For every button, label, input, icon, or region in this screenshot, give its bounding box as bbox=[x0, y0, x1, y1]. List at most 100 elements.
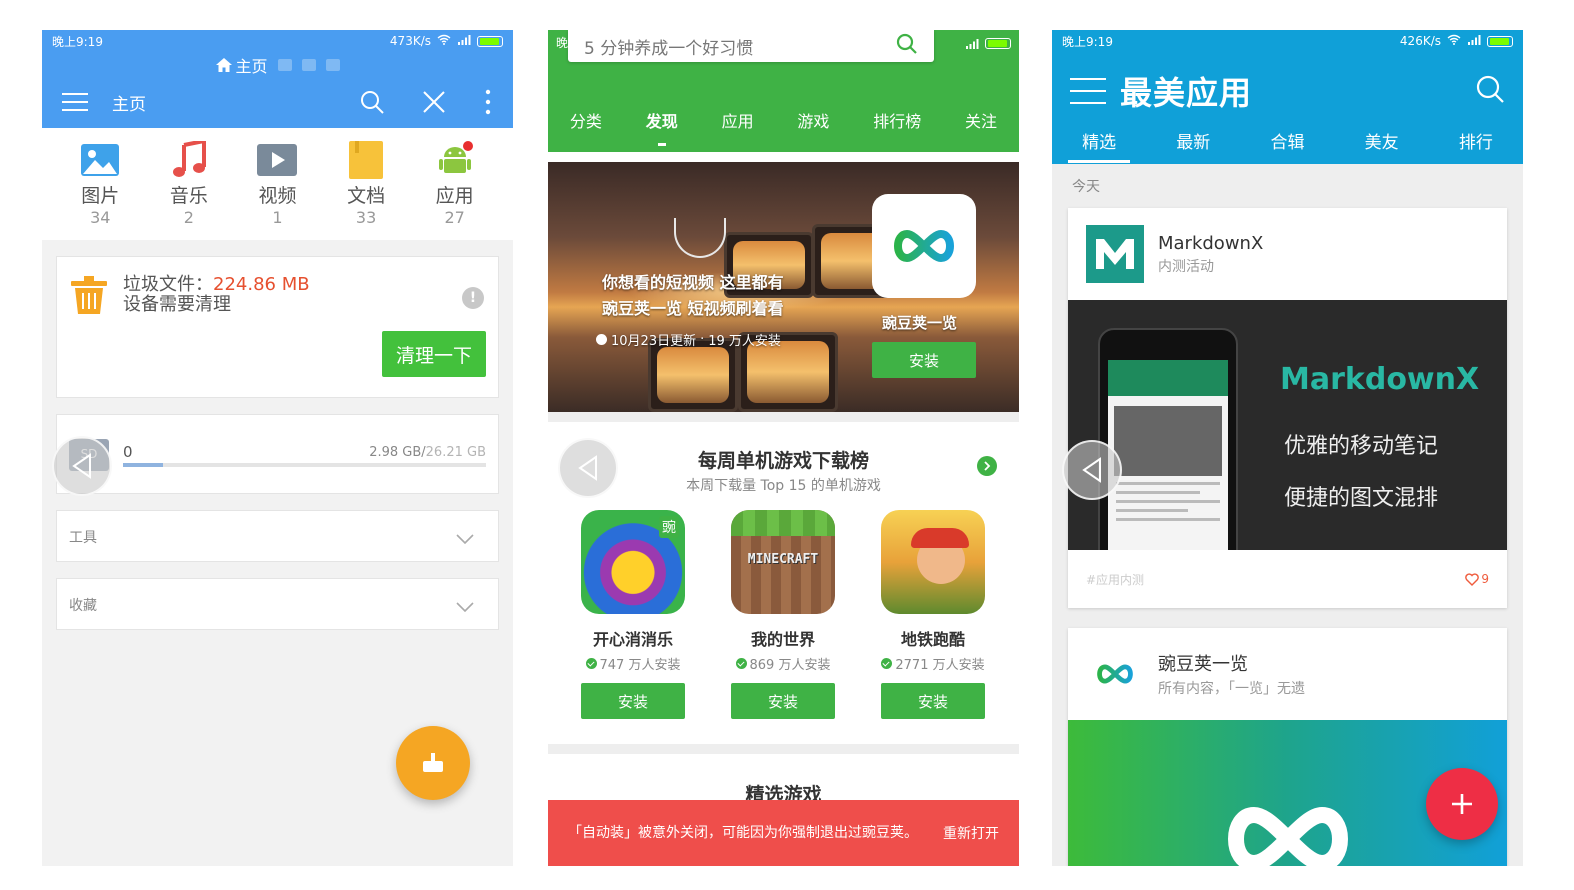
category-tabs: 分类 发现 应用 游戏 排行榜 关注 bbox=[548, 108, 1019, 146]
tab-featured[interactable]: 精选 bbox=[1068, 128, 1131, 163]
app-description: 内测活动 bbox=[1158, 258, 1214, 275]
app-header: 晚上9:19 426K/s 最美应用 精选 最新 合辑 美友 排行 bbox=[1052, 30, 1523, 164]
search-icon[interactable] bbox=[357, 87, 387, 117]
status-time: 晚上9:19 bbox=[52, 34, 103, 49]
category-documents[interactable]: 文档 33 bbox=[331, 141, 401, 227]
tab-friends[interactable]: 美友 bbox=[1365, 128, 1399, 153]
back-overlay-button[interactable] bbox=[52, 436, 112, 496]
back-overlay-button[interactable] bbox=[1062, 440, 1122, 500]
category-music[interactable]: 音乐 2 bbox=[154, 141, 224, 227]
signal-icon bbox=[965, 34, 979, 53]
game-item[interactable]: 地铁跑酷 2771 万人安装 安装 bbox=[878, 510, 988, 719]
video-icon bbox=[257, 141, 298, 179]
trash-icon bbox=[69, 275, 109, 319]
banner-installs: 19 万人安装 bbox=[708, 334, 781, 349]
app-description: 所有内容，「一览」无遗 bbox=[1158, 681, 1305, 697]
game-item[interactable]: 豌 开心消消乐 747 万人安装 安装 bbox=[578, 510, 688, 719]
tab-ranking[interactable]: 排行 bbox=[1459, 128, 1493, 153]
junk-card: 垃圾文件：224.86 MB 设备需要清理 ! 清理一下 bbox=[56, 256, 499, 398]
window-tab-ghost[interactable] bbox=[301, 59, 316, 71]
info-icon[interactable]: ! bbox=[462, 287, 484, 309]
banner-line-2: 豌豆荚一览 短视频刷着看 bbox=[602, 299, 784, 318]
window-tab-ghost[interactable] bbox=[277, 59, 292, 71]
storage-total: 26.21 GB bbox=[425, 445, 486, 460]
network-speed: 426K/s bbox=[1399, 34, 1441, 48]
tab-collections[interactable]: 合辑 bbox=[1270, 128, 1304, 153]
install-button[interactable]: 安装 bbox=[731, 683, 835, 719]
game-icon: MINECRAFT bbox=[731, 510, 835, 614]
document-icon bbox=[346, 141, 386, 179]
search-input[interactable]: 5 分钟养成一个好习惯 bbox=[584, 34, 753, 59]
game-name: 地铁跑酷 bbox=[900, 630, 965, 649]
game-icon: 豌 bbox=[581, 510, 685, 614]
search-bar[interactable]: 5 分钟养成一个好习惯 bbox=[568, 30, 934, 62]
clean-fab[interactable] bbox=[396, 726, 470, 800]
tab-rankings[interactable]: 排行榜 bbox=[873, 108, 921, 132]
search-icon[interactable] bbox=[1475, 74, 1505, 108]
android-icon bbox=[435, 141, 475, 179]
window-tabs: 主页 bbox=[42, 52, 513, 78]
app-header: 晚 5 分钟养成一个好习惯 分类 发现 应用 游戏 排行榜 关注 bbox=[548, 30, 1019, 152]
app-name: 豌豆荚一览 bbox=[1158, 654, 1248, 675]
storage-used: 2.98 GB/ bbox=[369, 445, 426, 460]
category-label: 应用 bbox=[435, 185, 474, 207]
window-tab-ghost[interactable] bbox=[325, 59, 340, 71]
promo-banner[interactable]: 你想看的短视频 这里都有 豌豆荚一览 短视频刷着看 10月23日更新 · 19 … bbox=[548, 162, 1019, 412]
reopen-button[interactable]: 重新打开 bbox=[943, 823, 999, 843]
more-vert-icon[interactable] bbox=[483, 87, 493, 117]
game-item[interactable]: MINECRAFT 我的世界 869 万人安装 安装 bbox=[728, 510, 838, 719]
install-button[interactable]: 安装 bbox=[881, 683, 985, 719]
infinity-logo-icon bbox=[1086, 645, 1144, 703]
tab-category[interactable]: 分类 bbox=[570, 108, 602, 132]
infinity-logo-icon bbox=[894, 229, 954, 263]
plus-icon bbox=[1452, 794, 1472, 814]
wifi-icon bbox=[1447, 34, 1461, 48]
like-icon bbox=[1465, 572, 1480, 586]
app-icon[interactable] bbox=[872, 194, 976, 298]
search-icon[interactable] bbox=[896, 33, 918, 60]
signal-icon bbox=[1467, 34, 1481, 48]
tab-home[interactable]: 主页 bbox=[215, 53, 268, 77]
storage-card[interactable]: SD 0 2.98 GB/26.21 GB bbox=[56, 414, 499, 494]
install-button[interactable]: 安装 bbox=[581, 683, 685, 719]
chevron-right-icon[interactable] bbox=[977, 456, 997, 476]
category-images[interactable]: 图片 34 bbox=[65, 141, 135, 227]
banner-updated: 10月23日更新 bbox=[611, 334, 697, 349]
category-label: 视频 bbox=[258, 185, 297, 207]
category-videos[interactable]: 视频 1 bbox=[242, 141, 312, 227]
tools-section[interactable]: 工具 bbox=[56, 510, 499, 562]
install-button[interactable]: 安装 bbox=[872, 342, 976, 378]
tab-following[interactable]: 关注 bbox=[965, 108, 997, 132]
category-count: 33 bbox=[355, 208, 377, 227]
category-apps[interactable]: 应用 27 bbox=[420, 141, 490, 227]
error-snackbar: 「自动装」被意外关闭，可能因为你强制退出过豌豆荚。 重新打开 bbox=[548, 800, 1019, 866]
section-subtitle: 本周下载量 Top 15 的单机游戏 bbox=[686, 478, 881, 494]
promo-brand: MarkdownX bbox=[1280, 362, 1480, 397]
junk-hint: 设备需要清理 bbox=[123, 294, 231, 315]
app-card[interactable]: MarkdownX 内测活动 MarkdownX 优雅的移动笔记 便捷的图文混排… bbox=[1068, 208, 1507, 608]
storage-bar-fill bbox=[123, 463, 163, 467]
favorites-label: 收藏 bbox=[69, 598, 97, 614]
clean-button[interactable]: 清理一下 bbox=[382, 331, 486, 377]
promo-slogan-1: 优雅的移动笔记 bbox=[1284, 434, 1439, 459]
tools-label: 工具 bbox=[69, 530, 97, 546]
game-logo: MINECRAFT bbox=[747, 552, 819, 567]
card-tag[interactable]: #应用内测 bbox=[1086, 571, 1144, 588]
chevron-down-icon bbox=[456, 597, 474, 616]
status-time: 晚 bbox=[556, 36, 569, 50]
menu-icon[interactable] bbox=[62, 93, 88, 111]
section-tabs: 精选 最新 合辑 美友 排行 bbox=[1052, 128, 1523, 163]
promo-slogan-2: 便捷的图文混排 bbox=[1284, 486, 1439, 511]
tab-latest[interactable]: 最新 bbox=[1176, 128, 1210, 153]
menu-icon[interactable] bbox=[1070, 78, 1106, 104]
toolbar: 主页 bbox=[42, 78, 513, 126]
tab-discover[interactable]: 发现 bbox=[646, 108, 678, 146]
game-name: 开心消消乐 bbox=[592, 630, 673, 649]
category-grid: 图片 34 音乐 2 视频 1 文档 33 应用 27 bbox=[42, 128, 513, 240]
add-fab[interactable] bbox=[1426, 768, 1498, 840]
close-icon[interactable] bbox=[419, 87, 449, 117]
tab-games[interactable]: 游戏 bbox=[797, 108, 829, 132]
banner-line-1: 你想看的短视频 这里都有 bbox=[602, 273, 784, 292]
tab-apps[interactable]: 应用 bbox=[722, 108, 754, 132]
favorites-section[interactable]: 收藏 bbox=[56, 578, 499, 630]
